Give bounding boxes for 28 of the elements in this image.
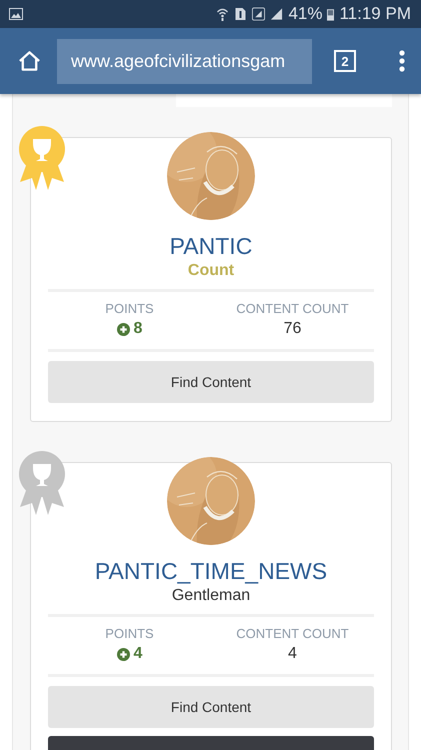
stat-label: CONTENT COUNT <box>236 626 349 641</box>
signal-icon <box>252 7 266 21</box>
member-name[interactable]: PANTIC <box>170 233 252 260</box>
find-content-button[interactable]: Find Content <box>48 686 374 728</box>
find-content-button[interactable]: Find Content <box>48 361 374 403</box>
battery-icon <box>327 8 334 20</box>
plus-icon <box>116 322 130 336</box>
signal-icon <box>270 7 284 21</box>
clock: 11:19 PM <box>339 4 411 24</box>
stat-label: CONTENT COUNT <box>236 301 349 316</box>
member-title: Count <box>188 262 234 280</box>
wifi-icon <box>216 7 230 21</box>
sim-icon <box>234 7 248 21</box>
battery-percent: 41% <box>288 4 322 24</box>
points-value: 4 <box>134 645 142 663</box>
tab-counter[interactable]: 2 <box>334 50 356 72</box>
gallery-icon <box>9 8 23 20</box>
content-count-value: 4 <box>288 645 297 663</box>
stat-label: POINTS <box>105 301 154 316</box>
home-icon[interactable] <box>18 50 41 72</box>
points-value: 8 <box>134 320 142 338</box>
stat-label: POINTS <box>105 626 154 641</box>
address-field[interactable]: www.ageofcivilizationsgam <box>57 38 312 84</box>
member-name[interactable]: PANTIC_TIME_NEWS <box>94 558 328 585</box>
content-count-value: 76 <box>284 320 302 338</box>
plus-icon <box>116 648 130 660</box>
menu-icon[interactable] <box>399 50 405 72</box>
member-title: Gentleman <box>172 587 250 605</box>
